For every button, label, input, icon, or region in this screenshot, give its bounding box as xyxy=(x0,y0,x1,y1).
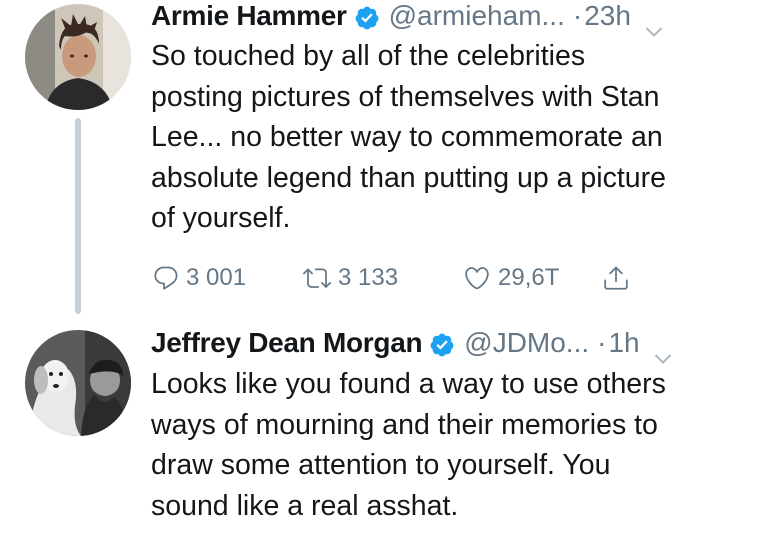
chevron-down-icon[interactable] xyxy=(654,337,672,364)
tweet-header: Jeffrey Dean Morgan @JDMo... · 1h xyxy=(151,324,672,364)
separator-dot: · xyxy=(597,327,607,358)
tweet-text-line: of yourself. xyxy=(151,202,291,234)
heart-icon xyxy=(465,267,489,290)
tweet-text-line: absolute legend than putting up a pictur… xyxy=(151,161,666,194)
tweet-text-line: posting pictures of themselves with Stan xyxy=(151,80,660,113)
tweet-text-line: So touched by all of the celebrities xyxy=(151,40,586,72)
timestamp[interactable]: 23h xyxy=(584,0,631,35)
retweet-button[interactable]: 3 133 xyxy=(302,264,462,292)
author-handle[interactable]: @JDMo... xyxy=(464,324,589,362)
reply-button[interactable]: 3 001 xyxy=(152,264,302,292)
author-handle[interactable]: @armieham... xyxy=(389,0,565,35)
chevron-down-icon[interactable] xyxy=(645,10,663,37)
share-button[interactable] xyxy=(602,264,630,292)
avatar[interactable] xyxy=(25,330,131,436)
tweet-text: So touched by all of the celebrities pos… xyxy=(151,36,751,239)
like-button[interactable]: 29,6T xyxy=(462,264,602,292)
avatar[interactable] xyxy=(25,4,131,110)
author-name[interactable]: Armie Hammer xyxy=(151,0,347,35)
tweet-text-line: draw some attention to yourself. You xyxy=(151,449,611,481)
tweet-text: Looks like you found a way to use others… xyxy=(151,364,751,526)
tweet-text-line: ways of mourning and their memories to xyxy=(151,408,658,441)
reply-count: 3 001 xyxy=(186,264,247,291)
author-name[interactable]: Jeffrey Dean Morgan xyxy=(151,324,423,362)
like-count: 29,6T xyxy=(498,264,560,291)
tweet-text-line: Lee... no better way to commemorate an xyxy=(151,121,663,153)
tweet[interactable]: Jeffrey Dean Morgan @JDMo... · 1h Looks … xyxy=(0,318,768,547)
verified-badge-icon xyxy=(429,330,455,357)
retweet-count: 3 133 xyxy=(338,264,399,291)
share-icon xyxy=(604,266,628,290)
tweet[interactable]: Armie Hammer @armieham... · 23h So touch… xyxy=(0,0,768,318)
retweet-icon xyxy=(303,268,331,288)
thread-line xyxy=(75,118,81,314)
tweet-header: Armie Hammer @armieham... · 23h xyxy=(151,0,663,37)
tweet-text-line: sound like a real asshat. xyxy=(151,489,459,522)
separator-dot: · xyxy=(572,0,583,31)
tweet-actions: 3 001 3 133 29,6T xyxy=(152,256,630,300)
timestamp[interactable]: 1h xyxy=(608,324,639,362)
reply-icon xyxy=(154,266,178,290)
tweet-text-line: Looks like you found a way to use others xyxy=(151,368,666,400)
verified-badge-icon xyxy=(354,3,380,30)
